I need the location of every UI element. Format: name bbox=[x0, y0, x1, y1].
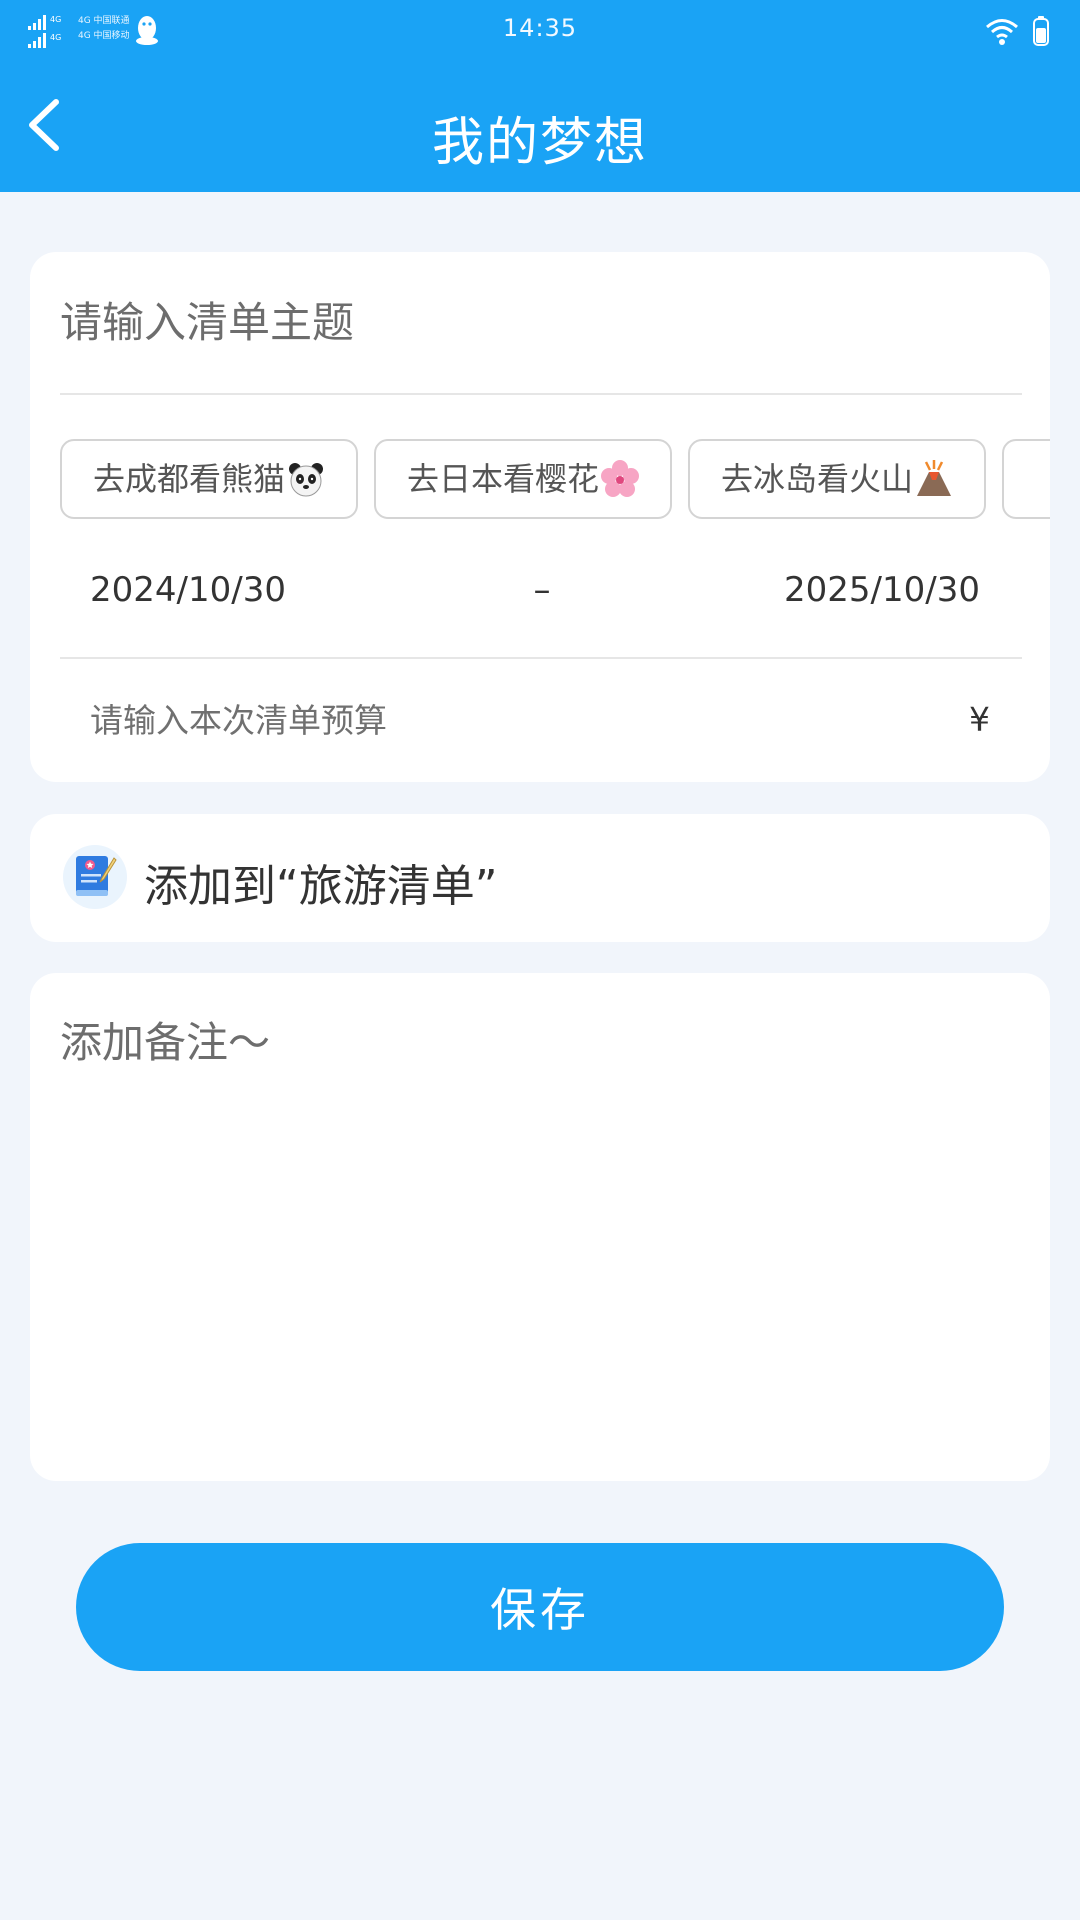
battery-icon bbox=[1033, 16, 1049, 46]
cherry-blossom-icon bbox=[601, 460, 639, 497]
divider bbox=[60, 393, 1022, 395]
suggestion-chip-partial[interactable]: 去 bbox=[1002, 439, 1050, 519]
top-bar: 4G 4G 4G 中国联通 4G 中国移动 14:35 我的梦想 bbox=[0, 0, 1080, 192]
status-bar: 4G 4G 4G 中国联通 4G 中国移动 14:35 bbox=[0, 0, 1080, 60]
suggestion-chip-iceland-volcano[interactable]: 去冰岛看火山 bbox=[688, 439, 986, 519]
status-time: 14:35 bbox=[502, 14, 578, 42]
end-date[interactable]: 2025/10/30 bbox=[784, 570, 980, 610]
notebook-icon bbox=[63, 845, 127, 909]
suggestion-chip-japan-sakura[interactable]: 去日本看樱花 bbox=[374, 439, 672, 519]
start-date[interactable]: 2024/10/30 bbox=[90, 570, 286, 610]
suggestion-chip-chengdu-panda[interactable]: 去成都看熊猫 bbox=[60, 439, 358, 519]
currency-symbol: ¥ bbox=[969, 700, 990, 739]
chip-label: 去冰岛看火山 bbox=[720, 460, 913, 498]
nav-bar: 我的梦想 bbox=[0, 60, 1080, 192]
chip-label: 去成都看熊猫 bbox=[92, 460, 285, 498]
note-textarea[interactable] bbox=[60, 1009, 1020, 1449]
save-button[interactable]: 保存 bbox=[76, 1543, 1004, 1671]
wifi-icon bbox=[986, 19, 1018, 45]
budget-input[interactable] bbox=[90, 692, 910, 748]
add-to-list-label: 添加到“旅游清单” bbox=[144, 861, 498, 912]
divider bbox=[60, 657, 1022, 659]
chip-label: 去日本看樱花 bbox=[406, 460, 599, 498]
note-card bbox=[30, 973, 1050, 1481]
date-separator: – bbox=[533, 570, 551, 610]
dream-form-card: 去成都看熊猫 去日本看樱花 去冰岛看火山 去 2024/10/30 – 2025… bbox=[30, 252, 1050, 782]
panda-icon bbox=[289, 463, 323, 497]
add-to-list-row[interactable]: 添加到“旅游清单” bbox=[30, 814, 1050, 942]
date-range: 2024/10/30 – 2025/10/30 bbox=[30, 562, 1050, 622]
page-title: 我的梦想 bbox=[431, 113, 648, 173]
suggestion-chips: 去成都看熊猫 去日本看樱花 去冰岛看火山 去 bbox=[60, 439, 1050, 521]
theme-input[interactable] bbox=[60, 292, 1020, 352]
volcano-icon bbox=[917, 460, 951, 496]
